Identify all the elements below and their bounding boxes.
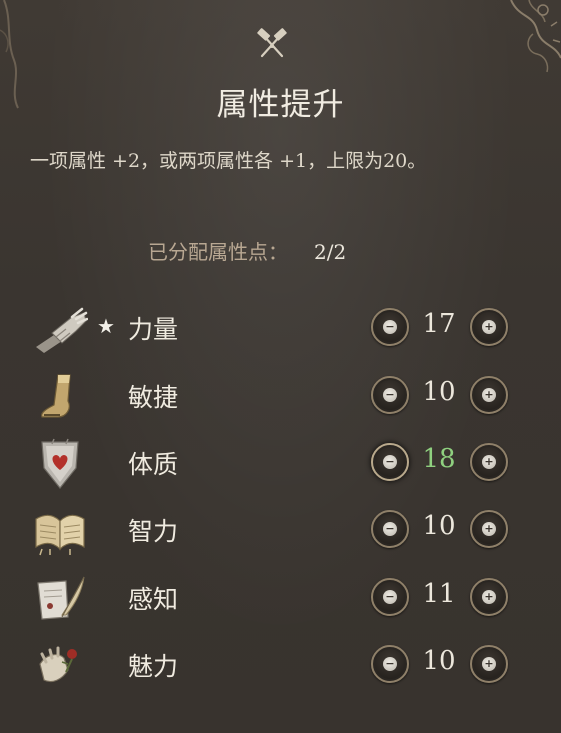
- increase-strength-button[interactable]: +: [470, 308, 508, 346]
- increase-intelligence-button[interactable]: +: [470, 510, 508, 548]
- quill-scroll-icon: [37, 576, 85, 620]
- decrease-charisma-button[interactable]: −: [371, 645, 409, 683]
- attribute-label-wisdom: 感知: [128, 585, 179, 614]
- primary-attribute-star-icon: ★: [97, 314, 115, 338]
- increase-wisdom-button[interactable]: +: [470, 578, 508, 616]
- attribute-label-constitution: 体质: [128, 450, 179, 479]
- ability-improvement-panel: 属性提升 一项属性 +2，或两项属性各 +1，上限为20。 已分配属性点： 2/…: [0, 0, 561, 733]
- allocated-points-label: 已分配属性点：: [148, 240, 288, 264]
- attribute-label-charisma: 魅力: [128, 652, 179, 681]
- attribute-row-intelligence: 智力 − 10 +: [0, 503, 561, 563]
- attribute-row-charisma: 魅力 − 10 +: [0, 638, 561, 698]
- panel-title: 属性提升: [216, 87, 345, 123]
- allocated-points-value: 2/2: [314, 240, 347, 264]
- plus-icon: +: [482, 522, 496, 536]
- plus-icon: +: [482, 657, 496, 671]
- increase-charisma-button[interactable]: +: [470, 645, 508, 683]
- minus-icon: −: [383, 320, 397, 334]
- decrease-dexterity-button[interactable]: −: [371, 376, 409, 414]
- increase-dexterity-button[interactable]: +: [470, 376, 508, 414]
- heart-shield-icon: [41, 438, 79, 489]
- minus-icon: −: [383, 455, 397, 469]
- attribute-label-strength: 力量: [128, 315, 179, 344]
- decrease-wisdom-button[interactable]: −: [371, 578, 409, 616]
- boot-icon: [41, 374, 71, 418]
- plus-icon: +: [482, 455, 496, 469]
- decrease-constitution-button[interactable]: −: [371, 443, 409, 481]
- decrease-strength-button[interactable]: −: [371, 308, 409, 346]
- open-book-icon: [35, 514, 85, 556]
- attribute-value-strength: 17: [422, 309, 456, 339]
- minus-icon: −: [383, 388, 397, 402]
- attribute-row-wisdom: 感知 − 11 +: [0, 571, 561, 631]
- attribute-value-wisdom: 11: [422, 579, 456, 609]
- attribute-row-dexterity: 敏捷 − 10 +: [0, 369, 561, 429]
- plus-icon: +: [482, 590, 496, 604]
- minus-icon: −: [383, 657, 397, 671]
- allocated-points: 已分配属性点： 2/2: [148, 236, 346, 265]
- rules-description: 一项属性 +2，或两项属性各 +1，上限为20。: [30, 150, 427, 172]
- plus-icon: +: [482, 388, 496, 402]
- attribute-label-intelligence: 智力: [128, 517, 179, 546]
- attribute-row-strength: ★ 力量 − 17 +: [0, 301, 561, 361]
- hand-rose-icon: [39, 646, 77, 683]
- attribute-value-intelligence: 10: [422, 511, 456, 541]
- attribute-label-dexterity: 敏捷: [128, 383, 179, 412]
- attribute-value-charisma: 10: [422, 646, 456, 676]
- decrease-intelligence-button[interactable]: −: [371, 510, 409, 548]
- gauntlet-icon: [36, 307, 88, 353]
- attribute-value-constitution: 18: [422, 444, 456, 474]
- increase-constitution-button[interactable]: +: [470, 443, 508, 481]
- minus-icon: −: [383, 590, 397, 604]
- attribute-value-dexterity: 10: [422, 377, 456, 407]
- plus-icon: +: [482, 320, 496, 334]
- corner-ornament-icon: [510, 0, 561, 73]
- attribute-row-constitution: 体质 − 18 +: [0, 436, 561, 496]
- crossed-hammers-icon: [257, 28, 287, 58]
- minus-icon: −: [383, 522, 397, 536]
